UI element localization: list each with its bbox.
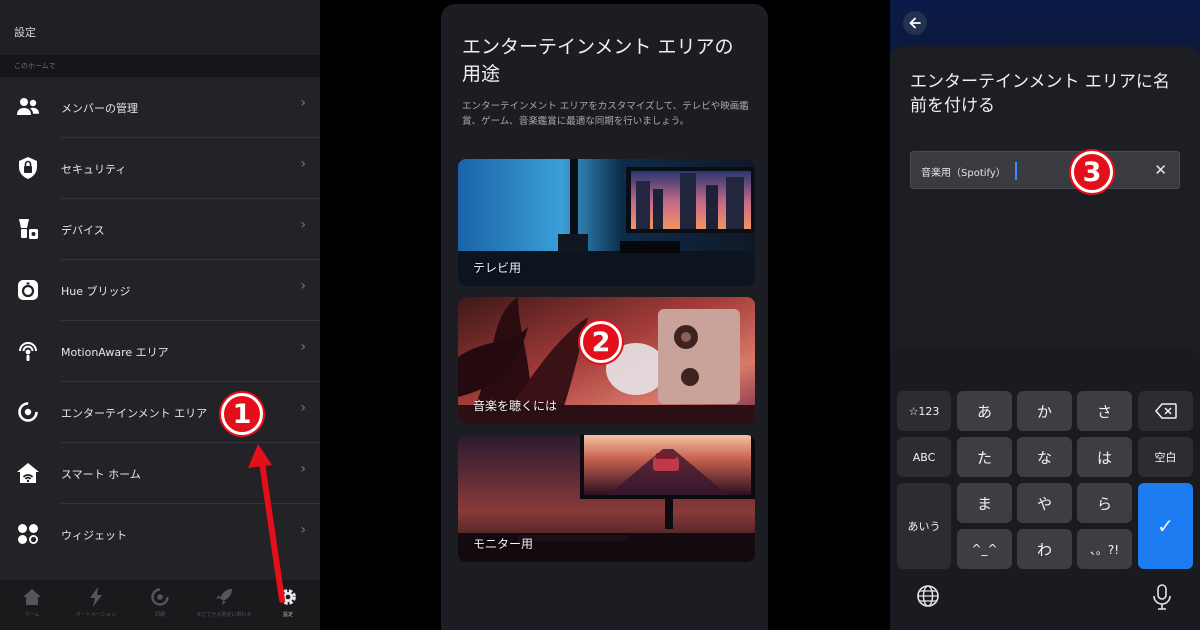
clear-icon[interactable]: ✕: [1154, 161, 1167, 179]
key-a[interactable]: あ: [957, 391, 1012, 431]
input-value: 音楽用（Spotify）: [921, 168, 1006, 179]
step-1-badge: 1: [221, 393, 263, 435]
key-na[interactable]: な: [1017, 437, 1072, 477]
page-title: エンターテインメント エリアの用途: [462, 36, 734, 85]
japanese-keyboard: ☆123 あ か さ ABC た な は 空白 あいう ま や ら ✓ ^_^ …: [890, 346, 1200, 630]
annotation-arrow: [248, 444, 285, 603]
key-punctuation[interactable]: 、。?!: [1077, 529, 1132, 569]
use-card-tv[interactable]: テレビ用: [458, 159, 755, 286]
step-3-badge: 3: [1071, 151, 1113, 193]
key-space[interactable]: 空白: [1138, 437, 1193, 477]
entertainment-use-screen: エンターテインメント エリアの用途 エンターテインメント エリアをカスタマイズし…: [439, 0, 770, 630]
key-ha[interactable]: は: [1077, 437, 1132, 477]
microphone-icon[interactable]: [1152, 584, 1172, 610]
key-ya[interactable]: や: [1017, 483, 1072, 523]
arrow-left-icon: [909, 17, 921, 29]
enter-key[interactable]: ✓: [1138, 483, 1193, 569]
text-caret: [1015, 162, 1017, 180]
backspace-icon: [1154, 403, 1177, 419]
key-symbols[interactable]: ☆123: [897, 391, 951, 431]
key-abc[interactable]: ABC: [897, 437, 951, 477]
page-title: エンターテインメント エリアに名前を付ける: [910, 72, 1170, 116]
key-sa[interactable]: さ: [1077, 391, 1132, 431]
settings-screen: 設定 このホームで メンバーの管理 › セキュリティ › デバイス › Hue …: [0, 0, 320, 630]
use-card-label: テレビ用: [473, 261, 522, 275]
name-area-screen: エンターテインメント エリアに名前を付ける 音楽用（Spotify） ✕ 3 ☆…: [890, 0, 1200, 630]
globe-icon[interactable]: [916, 584, 940, 608]
use-card-label: 音楽を聴くには: [473, 399, 558, 413]
key-ta[interactable]: た: [957, 437, 1012, 477]
key-wa[interactable]: わ: [1017, 529, 1072, 569]
page-description: エンターテインメント エリアをカスタマイズして、テレビや映画鑑賞、ゲーム、音楽鑑…: [462, 101, 749, 127]
use-card-label: モニター用: [473, 537, 534, 551]
step-2-badge: 2: [580, 321, 622, 363]
key-ma[interactable]: ま: [957, 483, 1012, 523]
sheet: エンターテインメント エリアの用途 エンターテインメント エリアをカスタマイズし…: [441, 4, 768, 630]
key-ra[interactable]: ら: [1077, 483, 1132, 523]
backspace-key[interactable]: [1138, 391, 1193, 431]
key-kana-mode[interactable]: あいう: [897, 483, 951, 569]
area-name-input[interactable]: 音楽用（Spotify） ✕: [910, 151, 1180, 189]
back-button[interactable]: [903, 11, 927, 35]
key-emoticon[interactable]: ^_^: [957, 529, 1012, 569]
key-ka[interactable]: か: [1017, 391, 1072, 431]
use-card-monitor[interactable]: モニター用: [458, 435, 755, 562]
